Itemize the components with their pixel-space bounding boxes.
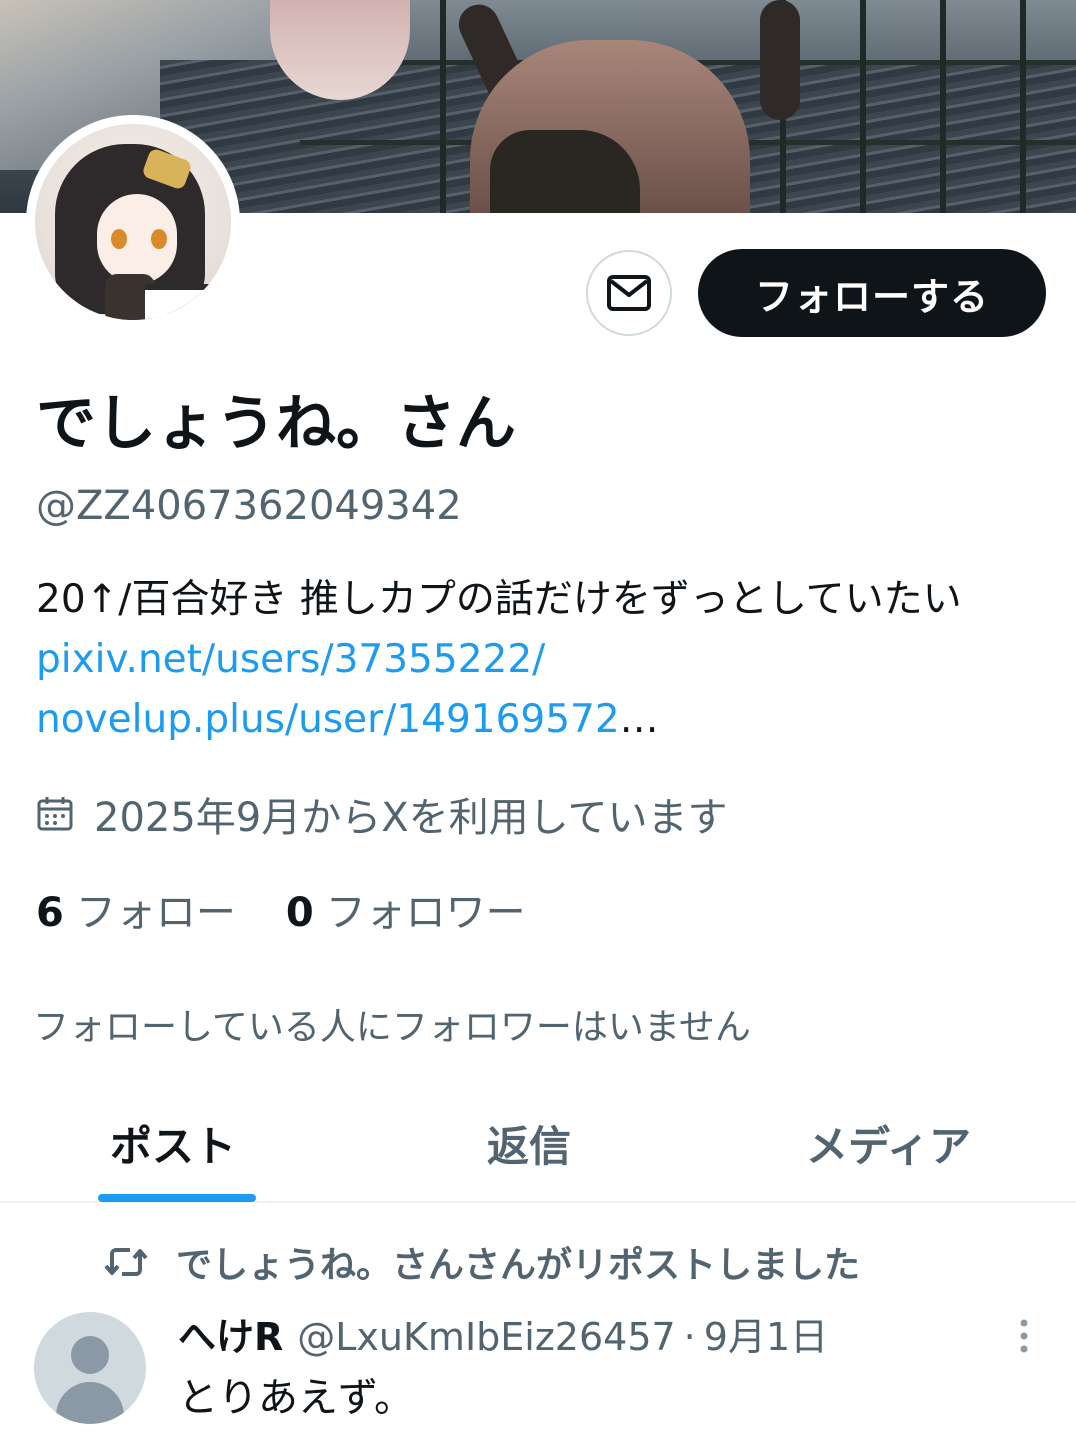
user-handle: @ZZ4067362049342 bbox=[36, 483, 462, 529]
bio-link-novelup[interactable]: novelup.plus/user/149169572 bbox=[36, 697, 620, 742]
avatar-eye bbox=[111, 229, 127, 249]
profile-avatar[interactable] bbox=[35, 124, 231, 320]
default-avatar-body bbox=[56, 1382, 124, 1424]
active-tab-indicator bbox=[98, 1194, 256, 1202]
followers-label: フォロワー bbox=[325, 890, 526, 936]
bio-link-pixiv[interactable]: pixiv.net/users/37355222/ bbox=[36, 637, 545, 682]
avatar-eye bbox=[151, 229, 167, 249]
banner-sleeve bbox=[490, 130, 640, 213]
post-author-avatar[interactable] bbox=[34, 1312, 146, 1424]
repost-text: でしょうね。さんさんがリポストしました bbox=[176, 1245, 861, 1286]
repost-icon bbox=[104, 1248, 148, 1276]
more-options-icon[interactable] bbox=[1014, 1316, 1034, 1356]
post-author-handle[interactable]: @LxuKmIbEiz26457 bbox=[297, 1315, 675, 1359]
following-link[interactable]: 6 フォロー bbox=[36, 880, 236, 938]
post-date[interactable]: 9月1日 bbox=[704, 1306, 828, 1361]
bio-text: 20↑/百合好き 推しカプの話だけをずっとしていたい bbox=[36, 577, 962, 622]
default-avatar-head bbox=[71, 1336, 109, 1374]
followed-by-note: フォローしている人にフォロワーはいません bbox=[33, 1007, 751, 1048]
profile-tabs: ポスト 返信 メディア bbox=[0, 1085, 1076, 1203]
banner-railing-post bbox=[1020, 0, 1026, 213]
message-button[interactable] bbox=[586, 250, 672, 336]
repost-indicator[interactable]: でしょうね。さんさんがリポストしました bbox=[104, 1236, 860, 1288]
post-author-name[interactable]: へけR bbox=[178, 1306, 283, 1361]
calendar-icon bbox=[37, 797, 73, 831]
bio-ellipsis: … bbox=[619, 697, 659, 742]
profile-bio: 20↑/百合好き 推しカプの話だけをずっとしていたい pixiv.net/use… bbox=[36, 570, 1036, 750]
avatar-collar bbox=[145, 284, 215, 320]
post-text: とりあえず。 bbox=[178, 1375, 414, 1421]
tab-replies[interactable]: 返信 bbox=[487, 1113, 571, 1174]
tab-posts[interactable]: ポスト bbox=[110, 1113, 236, 1174]
post-header: へけR @LxuKmIbEiz26457 · 9月1日 bbox=[178, 1306, 828, 1361]
joined-text: 2025年9月からXを利用しています bbox=[94, 795, 728, 841]
profile-avatar-frame[interactable] bbox=[26, 115, 240, 329]
joined-date: 2025年9月からXを利用しています bbox=[36, 785, 727, 843]
following-count: 6 bbox=[36, 890, 64, 936]
banner-strap bbox=[760, 0, 800, 120]
banner-railing-post bbox=[440, 0, 446, 213]
followers-link[interactable]: 0 フォロワー bbox=[286, 880, 526, 938]
followers-count: 0 bbox=[285, 890, 314, 936]
banner-railing-post bbox=[940, 0, 946, 213]
post-separator: · bbox=[683, 1315, 696, 1359]
following-label: フォロー bbox=[75, 890, 236, 936]
display-name: でしょうね。さん bbox=[36, 389, 516, 459]
mail-icon bbox=[607, 275, 651, 311]
follow-button[interactable]: フォローする bbox=[698, 249, 1046, 337]
banner-railing-post bbox=[860, 0, 866, 213]
follow-stats: 6 フォロー 0 フォロワー bbox=[36, 880, 526, 938]
tab-media[interactable]: メディア bbox=[806, 1113, 971, 1174]
